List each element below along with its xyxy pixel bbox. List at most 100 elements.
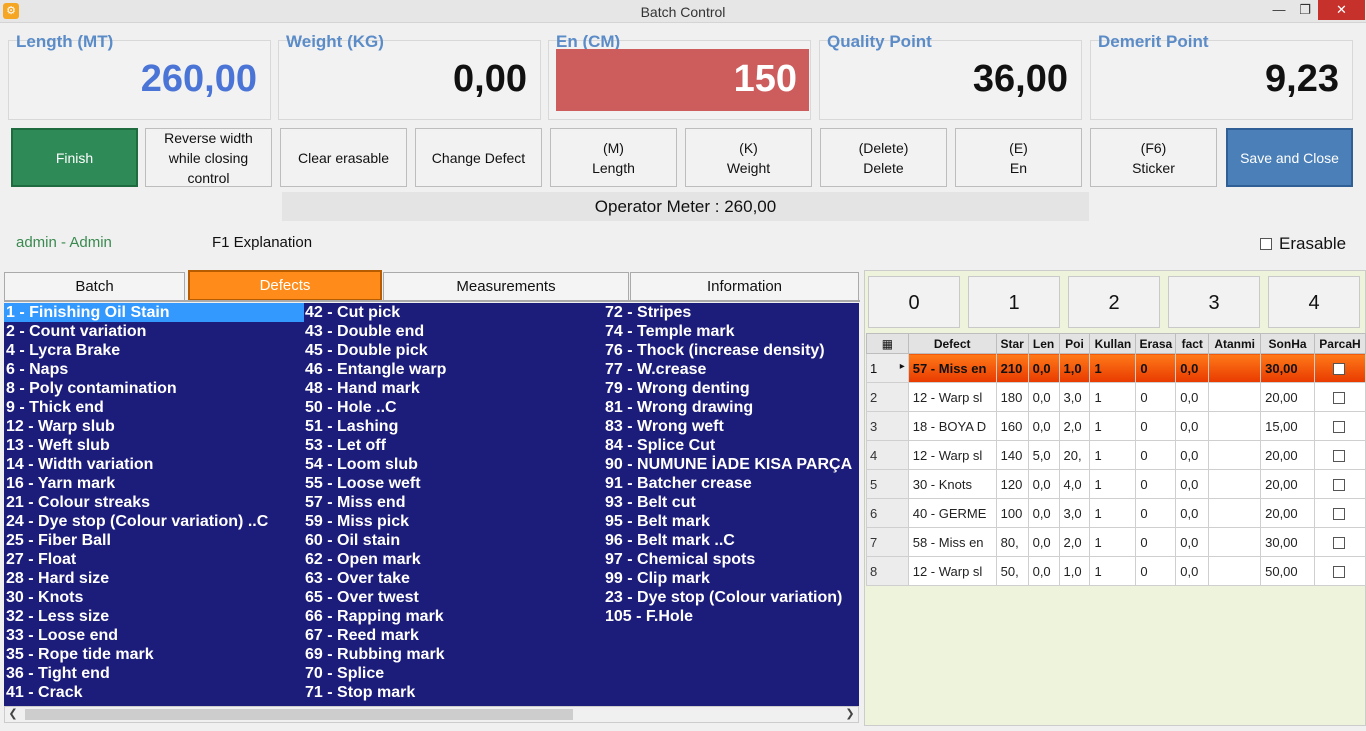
grid-settings-icon[interactable]: ▦ bbox=[866, 333, 909, 354]
defect-list-item[interactable]: 72 - Stripes bbox=[603, 303, 859, 322]
table-row[interactable]: 2 12 - Warp sl 180 0,0 3,0 1 0 0,0 20,00 bbox=[866, 382, 1366, 412]
grid-cell[interactable]: 5,0 bbox=[1027, 440, 1060, 470]
defect-list-item[interactable]: 25 - Fiber Ball bbox=[4, 531, 304, 550]
grid-header-atanmi[interactable]: Atanmi bbox=[1208, 333, 1262, 354]
defect-list-item[interactable]: 53 - Let off bbox=[303, 436, 603, 455]
grid-cell[interactable]: 1 bbox=[1089, 556, 1137, 586]
defect-list-item[interactable]: 91 - Batcher crease bbox=[603, 474, 859, 493]
grid-cell[interactable]: 0,0 bbox=[1175, 440, 1210, 470]
row-header[interactable]: 8 bbox=[866, 556, 909, 586]
defect-list-item[interactable]: 23 - Dye stop (Colour variation) bbox=[603, 588, 859, 607]
length-button[interactable]: (M) Length bbox=[550, 128, 677, 187]
grid-cell[interactable]: 0,0 bbox=[1175, 411, 1210, 441]
grid-cell[interactable]: 30,00 bbox=[1260, 527, 1315, 557]
parcah-cell[interactable] bbox=[1313, 498, 1366, 528]
table-row[interactable]: 1 ▸ 57 - Miss en 210 0,0 1,0 1 0 0,0 30,00 bbox=[866, 353, 1366, 383]
defect-list-item[interactable]: 48 - Hand mark bbox=[303, 379, 603, 398]
grid-cell[interactable]: 0 bbox=[1135, 498, 1177, 528]
grid-cell[interactable]: 1 bbox=[1089, 382, 1137, 412]
defect-list-item[interactable]: 65 - Over twest bbox=[303, 588, 603, 607]
defect-list-item[interactable]: 70 - Splice bbox=[303, 664, 603, 683]
defect-list-item[interactable]: 77 - W.crease bbox=[603, 360, 859, 379]
defect-list[interactable]: 1 - Finishing Oil Stain 2 - Count variati… bbox=[4, 303, 859, 706]
defect-list-item[interactable]: 97 - Chemical spots bbox=[603, 550, 859, 569]
grid-cell[interactable]: 15,00 bbox=[1260, 411, 1315, 441]
grid-cell[interactable]: 1 bbox=[1089, 353, 1137, 383]
erasable-checkbox-box[interactable] bbox=[1260, 238, 1272, 250]
defect-list-item[interactable]: 50 - Hole ..C bbox=[303, 398, 603, 417]
defect-list-item[interactable]: 74 - Temple mark bbox=[603, 322, 859, 341]
grid-header-poi[interactable]: Poi bbox=[1058, 333, 1091, 354]
close-icon[interactable]: ✕ bbox=[1318, 0, 1365, 20]
grid-header-parcah[interactable]: ParcaH bbox=[1313, 333, 1366, 354]
change-defect-button[interactable]: Change Defect bbox=[415, 128, 542, 187]
defect-list-item[interactable]: 21 - Colour streaks bbox=[4, 493, 304, 512]
grid-cell[interactable]: 80, bbox=[995, 527, 1029, 557]
save-and-close-button[interactable]: Save and Close bbox=[1226, 128, 1353, 187]
grid-cell[interactable]: 0 bbox=[1135, 440, 1177, 470]
grid-header-len[interactable]: Len bbox=[1027, 333, 1060, 354]
defect-list-item[interactable]: 45 - Double pick bbox=[303, 341, 603, 360]
defect-list-item[interactable]: 16 - Yarn mark bbox=[4, 474, 304, 493]
finish-button[interactable]: Finish bbox=[11, 128, 138, 187]
grid-cell[interactable]: 0,0 bbox=[1175, 527, 1210, 557]
grid-cell[interactable]: 0,0 bbox=[1027, 527, 1060, 557]
row-header[interactable]: 3 bbox=[866, 411, 909, 441]
grid-cell[interactable]: 180 bbox=[995, 382, 1029, 412]
defect-list-item[interactable]: 83 - Wrong weft bbox=[603, 417, 859, 436]
scrollbar-thumb[interactable] bbox=[25, 709, 573, 720]
defect-list-item[interactable]: 71 - Stop mark bbox=[303, 683, 603, 702]
grid-cell[interactable]: 0 bbox=[1135, 382, 1177, 412]
parcah-checkbox[interactable] bbox=[1332, 508, 1345, 521]
weight-button[interactable]: (K) Weight bbox=[685, 128, 812, 187]
grid-cell[interactable]: 18 - BOYA D bbox=[907, 411, 997, 441]
parcah-cell[interactable] bbox=[1313, 353, 1366, 383]
defect-list-item[interactable]: 84 - Splice Cut bbox=[603, 436, 859, 455]
grid-cell[interactable]: 20,00 bbox=[1260, 469, 1315, 499]
maximize-icon[interactable]: ❐ bbox=[1291, 0, 1319, 20]
grid-cell[interactable]: 0,0 bbox=[1027, 382, 1060, 412]
defect-list-item[interactable]: 96 - Belt mark ..C bbox=[603, 531, 859, 550]
grid-cell[interactable]: 210 bbox=[995, 353, 1029, 383]
tab-information[interactable]: Information bbox=[630, 272, 859, 301]
defect-list-item[interactable]: 95 - Belt mark bbox=[603, 512, 859, 531]
table-row[interactable]: 6 40 - GERME 100 0,0 3,0 1 0 0,0 20,00 bbox=[866, 498, 1366, 528]
row-header[interactable]: 7 bbox=[866, 527, 909, 557]
grid-cell[interactable] bbox=[1208, 440, 1262, 470]
grid-cell[interactable]: 0,0 bbox=[1175, 469, 1210, 499]
grid-cell[interactable] bbox=[1208, 469, 1262, 499]
clear-erasable-button[interactable]: Clear erasable bbox=[280, 128, 407, 187]
num-button-3[interactable]: 3 bbox=[1168, 276, 1260, 328]
grid-cell[interactable] bbox=[1208, 411, 1262, 441]
num-button-4[interactable]: 4 bbox=[1268, 276, 1360, 328]
defect-list-item[interactable]: 63 - Over take bbox=[303, 569, 603, 588]
grid-cell[interactable]: 0,0 bbox=[1175, 382, 1210, 412]
defect-list-item[interactable]: 28 - Hard size bbox=[4, 569, 304, 588]
grid-cell[interactable] bbox=[1208, 527, 1262, 557]
defect-list-item[interactable]: 35 - Rope tide mark bbox=[4, 645, 304, 664]
defect-list-item[interactable]: 99 - Clip mark bbox=[603, 569, 859, 588]
grid-cell[interactable]: 12 - Warp sl bbox=[907, 440, 997, 470]
defect-list-item[interactable]: 8 - Poly contamination bbox=[4, 379, 304, 398]
grid-cell[interactable]: 4,0 bbox=[1058, 469, 1091, 499]
defect-list-item[interactable]: 32 - Less size bbox=[4, 607, 304, 626]
grid-cell[interactable]: 1,0 bbox=[1058, 556, 1091, 586]
grid-cell[interactable] bbox=[1208, 556, 1262, 586]
defect-list-item[interactable]: 12 - Warp slub bbox=[4, 417, 304, 436]
parcah-checkbox[interactable] bbox=[1332, 421, 1345, 434]
grid-cell[interactable] bbox=[1208, 353, 1262, 383]
grid-cell[interactable]: 0 bbox=[1135, 353, 1177, 383]
grid-header-kullan[interactable]: Kullan bbox=[1089, 333, 1137, 354]
table-row[interactable]: 4 12 - Warp sl 140 5,0 20, 1 0 0,0 20,00 bbox=[866, 440, 1366, 470]
grid-cell[interactable]: 1 bbox=[1089, 411, 1137, 441]
defect-list-item[interactable]: 36 - Tight end bbox=[4, 664, 304, 683]
defect-list-item[interactable]: 54 - Loom slub bbox=[303, 455, 603, 474]
grid-cell[interactable]: 2,0 bbox=[1058, 527, 1091, 557]
defect-list-item[interactable]: 2 - Count variation bbox=[4, 322, 304, 341]
grid-cell[interactable]: 120 bbox=[995, 469, 1029, 499]
defect-list-item[interactable]: 46 - Entangle warp bbox=[303, 360, 603, 379]
defect-list-item[interactable]: 51 - Lashing bbox=[303, 417, 603, 436]
grid-cell[interactable]: 0,0 bbox=[1027, 411, 1060, 441]
num-button-1[interactable]: 1 bbox=[968, 276, 1060, 328]
defect-list-item[interactable]: 81 - Wrong drawing bbox=[603, 398, 859, 417]
